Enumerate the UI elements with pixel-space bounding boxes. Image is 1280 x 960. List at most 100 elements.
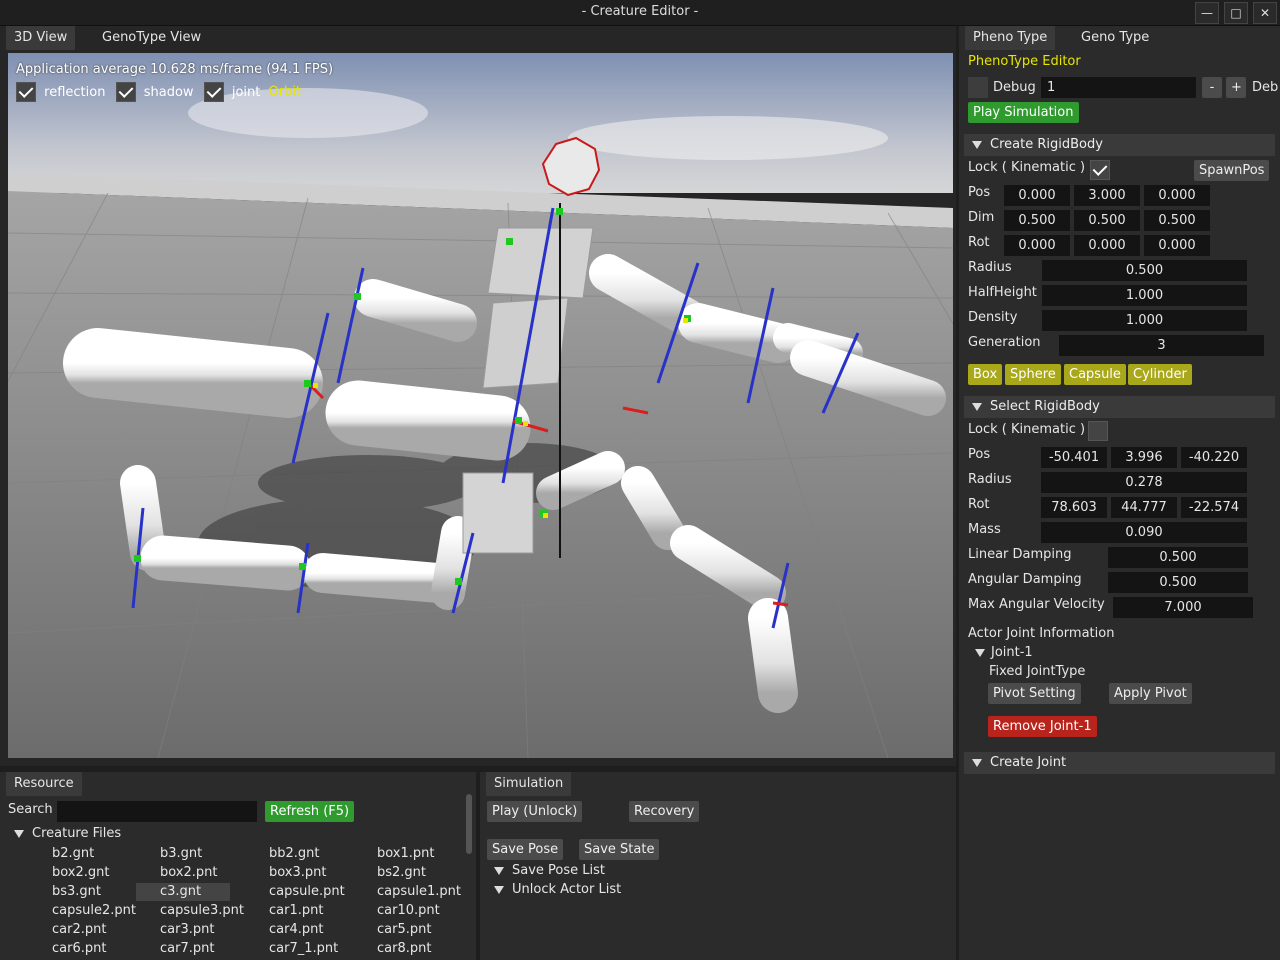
- capsule-button[interactable]: Capsule: [1064, 364, 1126, 385]
- box-button[interactable]: Box: [968, 364, 1003, 385]
- joint-1-node[interactable]: Joint-1: [975, 645, 1033, 660]
- tab-simulation[interactable]: Simulation: [486, 772, 572, 796]
- halfheight-input[interactable]: 1.000: [1042, 285, 1247, 306]
- joint-checkbox[interactable]: [203, 82, 224, 102]
- file-item[interactable]: b3.gnt: [160, 846, 202, 861]
- debug-swatch[interactable]: [968, 77, 988, 98]
- create-dim-y[interactable]: 0.500: [1074, 210, 1140, 231]
- select-rot-z[interactable]: -22.574: [1181, 497, 1247, 518]
- shadow-checkbox[interactable]: [115, 82, 136, 102]
- create-dim-x[interactable]: 0.500: [1004, 210, 1070, 231]
- file-item[interactable]: car1.pnt: [269, 903, 323, 918]
- angular-damping-input[interactable]: 0.500: [1108, 572, 1248, 593]
- recovery-button[interactable]: Recovery: [629, 801, 700, 822]
- select-pos-y[interactable]: 3.996: [1111, 447, 1177, 468]
- generation-input[interactable]: 3: [1059, 335, 1264, 356]
- select-rot-x[interactable]: 78.603: [1041, 497, 1107, 518]
- create-pos-y[interactable]: 3.000: [1074, 185, 1140, 206]
- reflection-checkbox[interactable]: [16, 82, 36, 102]
- minimize-icon[interactable]: —: [1195, 2, 1219, 24]
- create-rigidbody-header[interactable]: Create RigidBody: [964, 134, 1275, 156]
- debug-input[interactable]: 1: [1041, 77, 1196, 98]
- play-simulation-button[interactable]: Play Simulation: [968, 102, 1079, 123]
- select-pos-z[interactable]: -40.220: [1181, 447, 1247, 468]
- file-item[interactable]: bs2.gnt: [377, 865, 426, 880]
- linear-damping-input[interactable]: 0.500: [1108, 547, 1248, 568]
- select-rigidbody-title: Select RigidBody: [990, 399, 1100, 414]
- debug-label: Debug: [993, 80, 1036, 95]
- file-item[interactable]: car4.pnt: [269, 922, 323, 937]
- save-pose-button[interactable]: Save Pose: [487, 839, 564, 860]
- file-item[interactable]: bb2.gnt: [269, 846, 320, 861]
- file-item[interactable]: car7_1.pnt: [269, 941, 338, 956]
- tab-pheno-type[interactable]: Pheno Type: [965, 26, 1056, 50]
- viewport-3d[interactable]: Application average 10.628 ms/frame (94.…: [8, 53, 953, 758]
- file-item[interactable]: capsule2.pnt: [52, 903, 136, 918]
- sphere-button[interactable]: Sphere: [1005, 364, 1061, 385]
- file-item[interactable]: car8.pnt: [377, 941, 431, 956]
- expand-triangle-icon: [14, 829, 24, 838]
- file-item[interactable]: car3.pnt: [160, 922, 214, 937]
- file-item[interactable]: box2.gnt: [52, 865, 110, 880]
- mass-input[interactable]: 0.090: [1041, 522, 1247, 543]
- file-item[interactable]: car7.pnt: [160, 941, 214, 956]
- file-item[interactable]: bs3.gnt: [52, 884, 101, 899]
- create-rot-y[interactable]: 0.000: [1074, 235, 1140, 256]
- creature-files-node[interactable]: Creature Files: [14, 826, 121, 841]
- file-item[interactable]: capsule.pnt: [269, 884, 345, 899]
- spawn-pos-button[interactable]: SpawnPos: [1194, 160, 1270, 181]
- file-item[interactable]: b2.gnt: [52, 846, 94, 861]
- mass-label: Mass: [968, 522, 1001, 537]
- save-pose-list-node[interactable]: Save Pose List: [494, 863, 605, 878]
- pivot-setting-button[interactable]: Pivot Setting: [988, 683, 1081, 704]
- max-angular-velocity-input[interactable]: 7.000: [1113, 597, 1253, 618]
- file-item[interactable]: box2.pnt: [160, 865, 218, 880]
- create-rot-x[interactable]: 0.000: [1004, 235, 1070, 256]
- create-dim-z[interactable]: 0.500: [1144, 210, 1210, 231]
- expand-triangle-icon: [494, 866, 504, 875]
- lock-kinematic-checkbox[interactable]: [1090, 160, 1110, 180]
- close-icon[interactable]: ✕: [1253, 2, 1277, 24]
- file-item[interactable]: capsule1.pnt: [377, 884, 461, 899]
- select-pos-x[interactable]: -50.401: [1041, 447, 1107, 468]
- play-unlock-button[interactable]: Play (Unlock): [487, 801, 583, 822]
- create-pos-z[interactable]: 0.000: [1144, 185, 1210, 206]
- file-item[interactable]: car6.pnt: [52, 941, 106, 956]
- file-item[interactable]: car10.pnt: [377, 903, 440, 918]
- file-item[interactable]: box3.pnt: [269, 865, 327, 880]
- window-title: - Creature Editor -: [581, 4, 699, 19]
- create-joint-header[interactable]: Create Joint: [964, 752, 1275, 774]
- debug-plus-button[interactable]: +: [1226, 77, 1246, 98]
- radius-input[interactable]: 0.500: [1042, 260, 1247, 281]
- density-input[interactable]: 1.000: [1042, 310, 1247, 331]
- select-rot-y[interactable]: 44.777: [1111, 497, 1177, 518]
- file-item[interactable]: car5.pnt: [377, 922, 431, 937]
- tab-3d-view[interactable]: 3D View: [6, 26, 76, 50]
- unlock-actor-list-node[interactable]: Unlock Actor List: [494, 882, 621, 897]
- debug-minus-button[interactable]: -: [1202, 77, 1222, 98]
- cylinder-button[interactable]: Cylinder: [1128, 364, 1192, 385]
- resource-scrollbar[interactable]: [466, 794, 472, 854]
- file-item[interactable]: box1.pnt: [377, 846, 435, 861]
- generation-label: Generation: [968, 335, 1041, 350]
- file-item[interactable]: car2.pnt: [52, 922, 106, 937]
- create-rot-z[interactable]: 0.000: [1144, 235, 1210, 256]
- tab-genotype-view[interactable]: GenoType View: [94, 26, 209, 50]
- select-rigidbody-header[interactable]: Select RigidBody: [964, 396, 1275, 418]
- search-input[interactable]: [57, 801, 257, 822]
- tab-resource[interactable]: Resource: [6, 772, 82, 796]
- tab-geno-type[interactable]: Geno Type: [1073, 26, 1157, 50]
- apply-pivot-button[interactable]: Apply Pivot: [1109, 683, 1192, 704]
- select-radius-input[interactable]: 0.278: [1041, 472, 1247, 493]
- refresh-button[interactable]: Refresh (F5): [265, 801, 355, 822]
- debug-trailing-label: Deb: [1252, 80, 1279, 95]
- create-pos-x[interactable]: 0.000: [1004, 185, 1070, 206]
- save-state-button[interactable]: Save State: [579, 839, 660, 860]
- file-item-selected[interactable]: c3.gnt: [136, 883, 230, 901]
- maximize-icon[interactable]: □: [1224, 2, 1248, 24]
- create-joint-title: Create Joint: [990, 755, 1067, 770]
- file-item[interactable]: capsule3.pnt: [160, 903, 244, 918]
- remove-joint-button[interactable]: Remove Joint-1: [988, 716, 1097, 737]
- joint-1-label: Joint-1: [991, 645, 1033, 660]
- select-lock-checkbox[interactable]: [1088, 421, 1108, 441]
